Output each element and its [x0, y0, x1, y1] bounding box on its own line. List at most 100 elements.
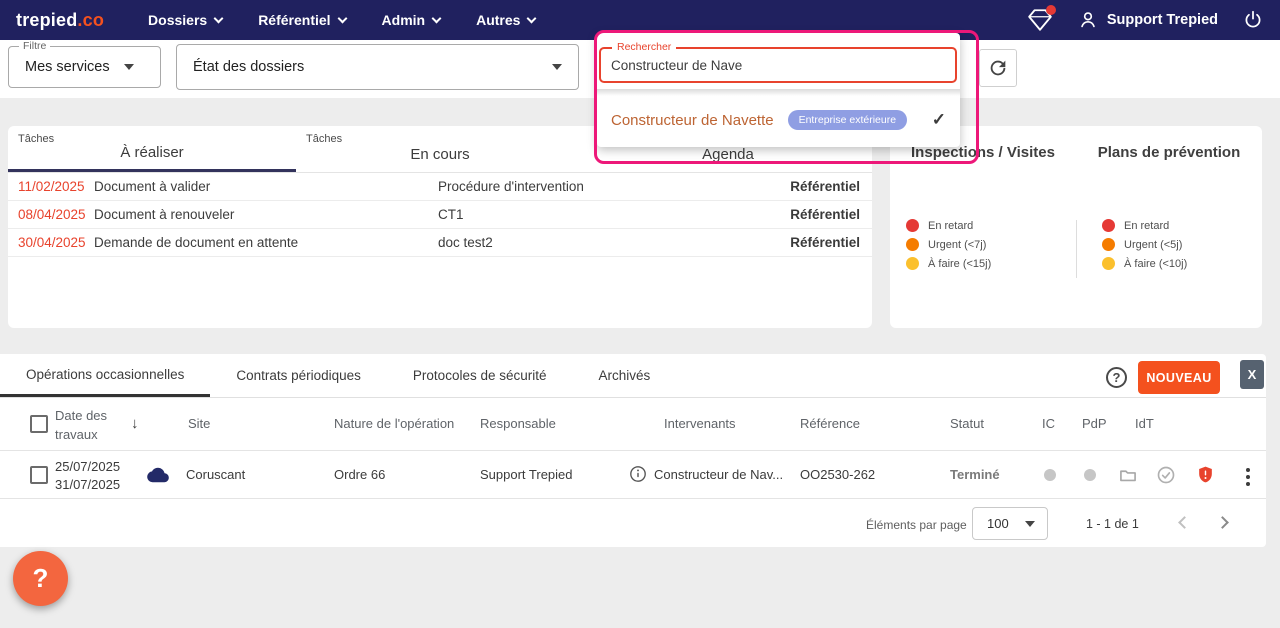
row-date-end: 31/07/2025 — [55, 477, 120, 492]
task-row[interactable]: 11/02/2025 Document à valider Procédure … — [8, 173, 872, 201]
help-icon[interactable]: ? — [1106, 367, 1127, 388]
task-tag: Référentiel — [790, 235, 860, 250]
task-tag: Référentiel — [790, 207, 860, 222]
operations-card: Opérations occasionnelles Contrats pério… — [0, 354, 1266, 547]
suggestion-text: Constructeur de Navette — [611, 112, 774, 129]
search-suggestion-item[interactable]: Constructeur de Navette Entreprise extér… — [597, 101, 960, 139]
orange-dot-icon — [1102, 238, 1115, 251]
row-nature: Ordre 66 — [334, 467, 385, 482]
yellow-dot-icon — [906, 257, 919, 270]
info-icon[interactable] — [629, 465, 647, 483]
navbar-right: Support Trepied — [1027, 8, 1264, 32]
menu-autres[interactable]: Autres — [476, 12, 535, 28]
tab-taches-a-realiser[interactable]: Tâches À réaliser — [8, 126, 296, 172]
chevron-down-icon — [214, 14, 224, 24]
task-date: 11/02/2025 — [18, 179, 85, 194]
plans-prevention-title: Plans de prévention — [1076, 144, 1262, 161]
support-label: Support Trepied — [1107, 12, 1218, 28]
user-icon — [1077, 9, 1099, 31]
operations-table-header: Date des travaux ↓ Site Nature de l'opér… — [0, 398, 1266, 451]
services-filter-value: Mes services — [25, 59, 110, 75]
tab-taches-en-cours[interactable]: Tâches En cours — [296, 126, 584, 172]
row-menu-kebab-icon[interactable] — [1244, 466, 1252, 488]
task-title: Document à renouveler — [94, 207, 234, 222]
tab-archives[interactable]: Archivés — [573, 354, 677, 397]
menu-dossiers[interactable]: Dossiers — [148, 12, 222, 28]
nav-menus: Dossiers Référentiel Admin Autres — [148, 12, 535, 28]
excel-export-icon[interactable]: X — [1240, 360, 1264, 389]
row-reference: OO2530-262 — [800, 467, 875, 482]
pdp-status-dot-icon — [1084, 469, 1096, 481]
tab-operations-occasionnelles[interactable]: Opérations occasionnelles — [0, 354, 210, 397]
yellow-dot-icon — [1102, 257, 1115, 270]
select-all-checkbox[interactable] — [30, 415, 48, 433]
row-date-start: 25/07/2025 — [55, 459, 120, 474]
items-per-page-label: Éléments par page — [866, 518, 967, 532]
notification-badge — [1046, 5, 1056, 15]
dossier-state-select[interactable]: État des dossiers — [176, 44, 579, 90]
column-reference[interactable]: Référence — [800, 416, 860, 431]
row-checkbox[interactable] — [30, 466, 48, 484]
cloud-icon — [146, 466, 170, 484]
ic-status-dot-icon — [1044, 469, 1056, 481]
column-date[interactable]: Date des travaux — [55, 407, 133, 445]
column-ic[interactable]: IC — [1042, 416, 1055, 431]
support-link[interactable]: Support Trepied — [1077, 9, 1218, 31]
red-dot-icon — [1102, 219, 1115, 232]
app-logo[interactable]: trepied.co — [16, 10, 104, 31]
checkmark-icon: ✓ — [932, 110, 946, 130]
filter-legend: Filtre — [19, 40, 50, 52]
row-responsable: Support Trepied — [480, 467, 573, 482]
nouveau-button[interactable]: NOUVEAU — [1138, 361, 1220, 394]
legend-divider — [1076, 220, 1077, 278]
row-intervenants[interactable]: Constructeur de Nav... — [654, 467, 783, 482]
inspections-legend: En retard Urgent (<7j) À faire (<15j) — [890, 216, 1076, 273]
refresh-button[interactable] — [979, 49, 1017, 87]
next-page-icon[interactable] — [1216, 516, 1229, 529]
menu-admin[interactable]: Admin — [382, 12, 441, 28]
task-row[interactable]: 30/04/2025 Demande de document en attent… — [8, 229, 872, 257]
task-date: 08/04/2025 — [18, 207, 86, 222]
folder-icon[interactable] — [1118, 465, 1138, 485]
task-tag: Référentiel — [790, 179, 860, 194]
operations-tabs: Opérations occasionnelles Contrats pério… — [0, 354, 1266, 398]
column-intervenants[interactable]: Intervenants — [664, 416, 736, 431]
items-per-page-select[interactable]: 100 — [972, 507, 1048, 540]
chevron-down-icon — [527, 14, 537, 24]
entreprise-exterieure-badge: Entreprise extérieure — [788, 110, 907, 130]
menu-referentiel[interactable]: Référentiel — [258, 12, 345, 28]
column-pdp[interactable]: PdP — [1082, 416, 1107, 431]
column-nature[interactable]: Nature de l'opération — [334, 416, 454, 431]
chevron-down-icon — [432, 14, 442, 24]
column-statut[interactable]: Statut — [950, 416, 984, 431]
refresh-icon — [987, 57, 1009, 79]
search-popup: Rechercher Constructeur de Navette Entre… — [597, 33, 960, 147]
task-title: Document à valider — [94, 179, 210, 194]
tab-contrats-periodiques[interactable]: Contrats périodiques — [210, 354, 387, 397]
shield-alert-icon[interactable] — [1196, 464, 1215, 485]
search-field: Rechercher — [599, 47, 957, 83]
task-detail: CT1 — [438, 207, 464, 222]
gem-icon[interactable] — [1027, 8, 1053, 32]
pagination-range: 1 - 1 de 1 — [1086, 517, 1139, 531]
tab-protocoles-securite[interactable]: Protocoles de sécurité — [387, 354, 573, 397]
table-row[interactable]: 25/07/202531/07/2025 Coruscant Ordre 66 … — [0, 451, 1266, 499]
column-idt[interactable]: IdT — [1135, 416, 1154, 431]
search-input[interactable] — [611, 49, 931, 81]
red-dot-icon — [906, 219, 919, 232]
services-filter-select[interactable]: Filtre Mes services — [8, 46, 161, 88]
task-title: Demande de document en attente — [94, 235, 298, 250]
check-circle-icon[interactable] — [1156, 465, 1176, 485]
task-detail: doc test2 — [438, 235, 493, 250]
caret-down-icon — [1025, 521, 1035, 527]
column-responsable[interactable]: Responsable — [480, 416, 556, 431]
power-icon[interactable] — [1242, 9, 1264, 31]
sort-descending-icon[interactable]: ↓ — [131, 415, 139, 432]
column-site[interactable]: Site — [188, 416, 210, 431]
app-root: trepied.co Dossiers Référentiel Admin Au… — [0, 0, 1280, 628]
task-row[interactable]: 08/04/2025 Document à renouveler CT1 Réf… — [8, 201, 872, 229]
task-date: 30/04/2025 — [18, 235, 86, 250]
help-fab-button[interactable]: ? — [13, 551, 68, 606]
previous-page-icon[interactable] — [1178, 516, 1191, 529]
status-card: Inspections / Visites Plans de préventio… — [890, 126, 1262, 328]
